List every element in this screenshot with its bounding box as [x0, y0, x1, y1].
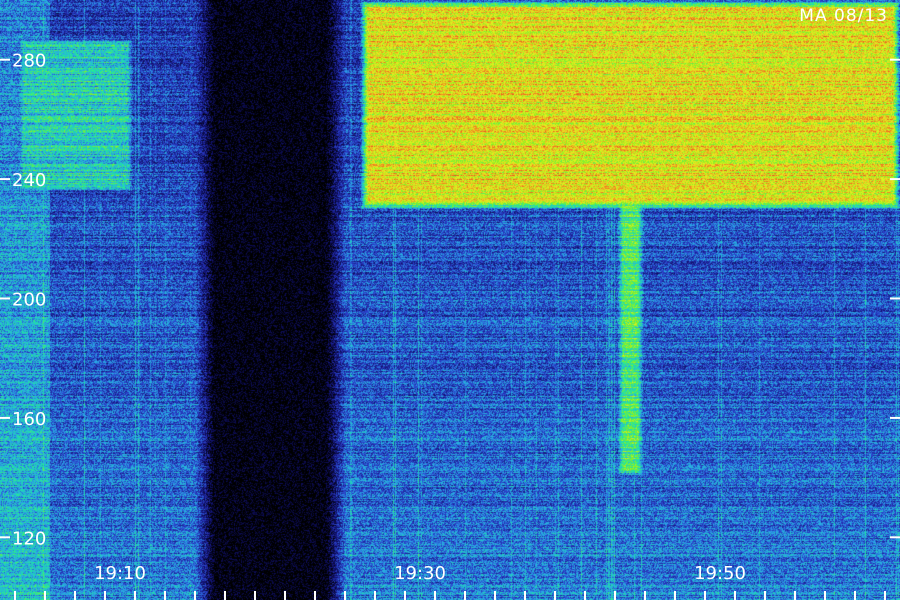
x-tick-label: 19:30	[394, 563, 446, 584]
y-tick-label: 120	[12, 528, 46, 549]
y-tick-label: 280	[12, 51, 46, 72]
y-axis-ticks: 120 160 200 240 280	[0, 51, 900, 549]
x-axis-ticks: 19:10 19:30 19:50	[14, 563, 886, 600]
y-tick-label: 160	[12, 409, 46, 430]
axis-overlay: 120 160 200 240 280 19:10 19:30 19:50	[0, 51, 900, 600]
x-tick-label: 19:50	[694, 563, 746, 584]
x-tick-label: 19:10	[94, 563, 146, 584]
y-tick-label: 240	[12, 170, 46, 191]
y-tick-label: 200	[12, 290, 46, 311]
station-date-label: MA 08/13	[799, 6, 888, 26]
